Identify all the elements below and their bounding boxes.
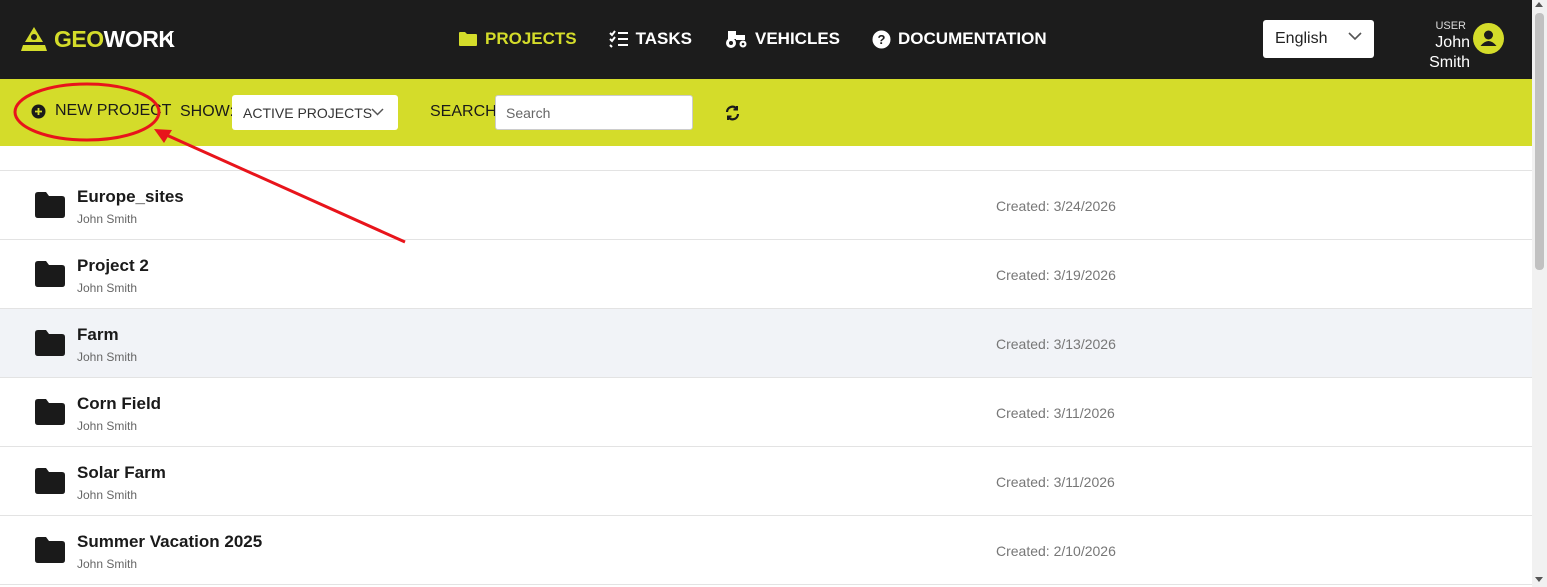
project-name: Summer Vacation 2025 xyxy=(77,532,263,551)
logo-text: GEOWORK xyxy=(54,25,175,53)
project-name: Project 2 xyxy=(77,256,149,275)
project-name: Farm xyxy=(77,325,119,344)
new-project-button[interactable]: NEW PROJECT xyxy=(31,102,171,120)
refresh-icon[interactable] xyxy=(724,105,741,126)
show-filter-value: ACTIVE PROJECTS xyxy=(243,104,373,121)
top-navbar: GEOWORK PROJECTS TASKS VEHICLES ? DOCUME… xyxy=(0,0,1532,79)
project-owner: John Smith xyxy=(77,557,138,571)
scroll-up-arrow-icon[interactable] xyxy=(1535,2,1543,7)
geowork-logo-icon xyxy=(21,27,47,51)
logo-text-geo: GEO xyxy=(54,25,104,52)
chevron-down-icon xyxy=(1348,32,1362,41)
project-owner: John Smith xyxy=(77,281,138,295)
project-created-date: Created: 2/10/2026 xyxy=(996,543,1116,559)
project-row[interactable]: Project 2 John Smith Created: 3/19/2026 xyxy=(0,240,1532,309)
nav-item-label: DOCUMENTATION xyxy=(898,29,1047,48)
plus-circle-icon xyxy=(31,104,46,119)
new-project-label: NEW PROJECT xyxy=(55,102,172,119)
project-row[interactable]: Solar Farm John Smith Created: 3/11/2026 xyxy=(0,447,1532,516)
checklist-icon xyxy=(608,30,629,48)
logo-text-work: WORK xyxy=(103,25,175,52)
search-label: SEARCH: xyxy=(430,103,502,120)
svg-text:?: ? xyxy=(878,32,886,47)
project-row[interactable]: Summer Vacation 2025 John Smith Created:… xyxy=(0,516,1532,585)
help-circle-icon: ? xyxy=(872,30,891,49)
project-row[interactable]: Europe_sites John Smith Created: 3/24/20… xyxy=(0,171,1532,240)
app-logo[interactable]: GEOWORK xyxy=(20,24,175,54)
folder-icon xyxy=(35,261,65,287)
project-owner: John Smith xyxy=(77,488,138,502)
nav-item-label: TASKS xyxy=(635,29,692,48)
language-select[interactable]: English xyxy=(1263,20,1374,58)
project-created-date: Created: 3/13/2026 xyxy=(996,336,1116,352)
nav-item-tasks[interactable]: TASKS xyxy=(608,29,692,49)
folder-icon xyxy=(35,192,65,218)
project-created-date: Created: 3/19/2026 xyxy=(996,267,1116,283)
search-input[interactable] xyxy=(495,95,693,130)
project-list: Europe_sites John Smith Created: 3/24/20… xyxy=(0,146,1532,585)
project-name: Solar Farm xyxy=(77,463,166,482)
folder-icon xyxy=(35,399,65,425)
folder-icon xyxy=(458,31,478,47)
user-circle-icon[interactable] xyxy=(1473,23,1504,54)
project-created-date: Created: 3/11/2026 xyxy=(996,474,1115,490)
show-label: SHOW: xyxy=(180,103,234,120)
main-nav: PROJECTS TASKS VEHICLES ? DOCUMENTATION xyxy=(458,27,1079,51)
project-row[interactable]: Corn Field John Smith Created: 3/11/2026 xyxy=(0,378,1532,447)
chevron-down-icon xyxy=(371,108,384,116)
project-owner: John Smith xyxy=(77,350,138,364)
user-info[interactable]: USER John Smith xyxy=(1392,19,1470,73)
user-name: John Smith xyxy=(1429,34,1470,71)
nav-item-label: PROJECTS xyxy=(485,29,577,48)
scroll-down-arrow-icon[interactable] xyxy=(1535,577,1543,582)
project-created-date: Created: 3/11/2026 xyxy=(996,405,1115,421)
user-role: USER xyxy=(1435,20,1466,32)
list-spacer xyxy=(0,146,1532,171)
project-name: Europe_sites xyxy=(77,187,184,206)
scrollbar-thumb[interactable] xyxy=(1535,13,1544,270)
nav-item-projects[interactable]: PROJECTS xyxy=(458,29,577,49)
project-row[interactable]: Farm John Smith Created: 3/13/2026 xyxy=(0,309,1532,378)
show-filter-select[interactable]: ACTIVE PROJECTS xyxy=(232,95,398,130)
tractor-icon xyxy=(724,29,748,49)
nav-item-label: VEHICLES xyxy=(755,29,841,48)
project-owner: John Smith xyxy=(77,419,138,433)
folder-icon xyxy=(35,330,65,356)
projects-toolbar: NEW PROJECT SHOW: ACTIVE PROJECTS SEARCH… xyxy=(0,79,1532,146)
project-name: Corn Field xyxy=(77,394,162,413)
nav-item-documentation[interactable]: ? DOCUMENTATION xyxy=(872,29,1047,49)
language-select-value: English xyxy=(1275,30,1328,47)
logo-divider xyxy=(170,31,172,47)
folder-icon xyxy=(35,537,65,563)
project-created-date: Created: 3/24/2026 xyxy=(996,198,1116,214)
nav-item-vehicles[interactable]: VEHICLES xyxy=(724,29,840,49)
folder-icon xyxy=(35,468,65,494)
project-owner: John Smith xyxy=(77,212,138,226)
